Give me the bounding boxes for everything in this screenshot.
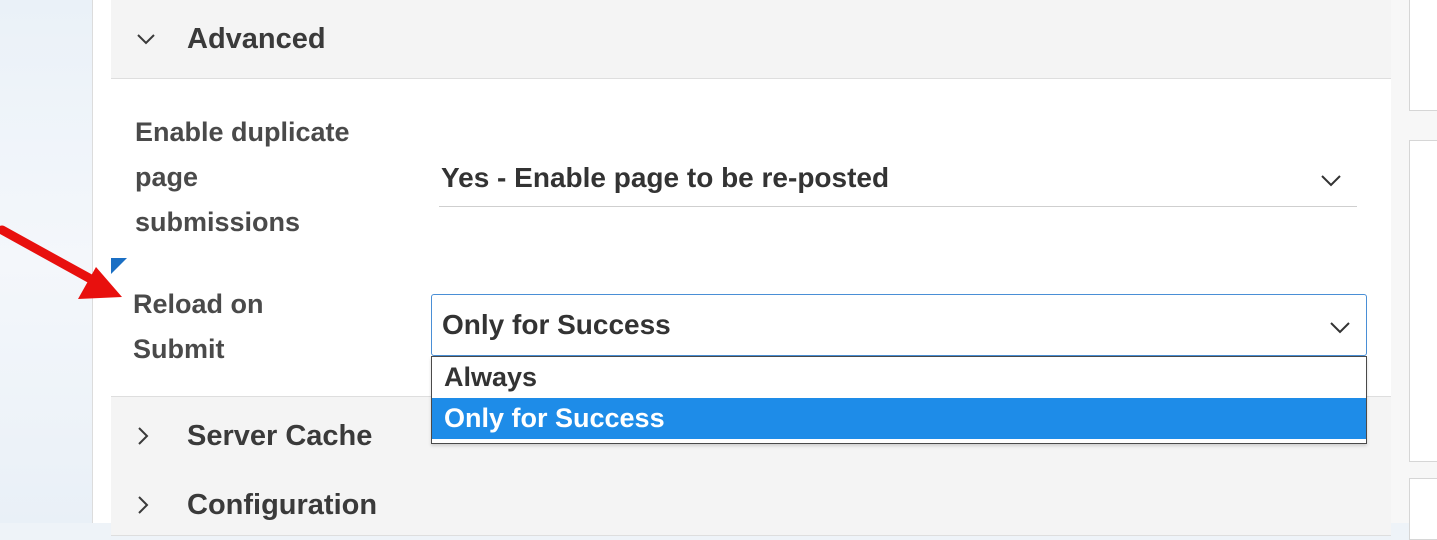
reload-on-submit-label: Reload on Submit (133, 282, 353, 372)
properties-panel: Advanced Enable duplicate page submissio… (92, 0, 1392, 536)
duplicate-submissions-value: Yes - Enable page to be re-posted (441, 162, 890, 193)
red-arrow-icon (0, 225, 122, 299)
label-line: page (135, 162, 199, 192)
chevron-right-icon (111, 496, 187, 514)
label-line: Enable duplicate (135, 117, 350, 147)
label-line: Reload on (133, 289, 264, 319)
dropdown-option-only-for-success[interactable]: Only for Success (432, 398, 1366, 439)
section-advanced-header[interactable]: Advanced (111, 0, 1391, 79)
chevron-down-icon (1321, 162, 1341, 194)
section-advanced-label: Advanced (187, 22, 326, 55)
reload-on-submit-select[interactable]: Only for Success (431, 294, 1367, 356)
duplicate-submissions-select[interactable]: Yes - Enable page to be re-posted (439, 150, 1357, 207)
chevron-right-icon (111, 427, 187, 445)
reload-on-submit-dropdown: Always Only for Success (431, 356, 1367, 444)
right-panel-box (1409, 0, 1437, 111)
right-sidebar-strip (1391, 0, 1437, 540)
section-configuration-header[interactable]: Configuration (111, 475, 1391, 536)
right-panel-box (1409, 478, 1437, 540)
dropdown-option-always[interactable]: Always (432, 357, 1366, 398)
duplicate-submissions-label: Enable duplicate page submissions (135, 110, 415, 245)
section-server-cache-label: Server Cache (187, 419, 373, 452)
chevron-down-icon (1330, 309, 1350, 341)
section-configuration-label: Configuration (187, 488, 378, 521)
right-panel-box (1409, 140, 1437, 462)
label-line: Submit (133, 334, 225, 364)
reload-on-submit-value: Only for Success (442, 309, 671, 340)
chevron-down-icon (111, 33, 187, 45)
label-line: submissions (135, 207, 301, 237)
